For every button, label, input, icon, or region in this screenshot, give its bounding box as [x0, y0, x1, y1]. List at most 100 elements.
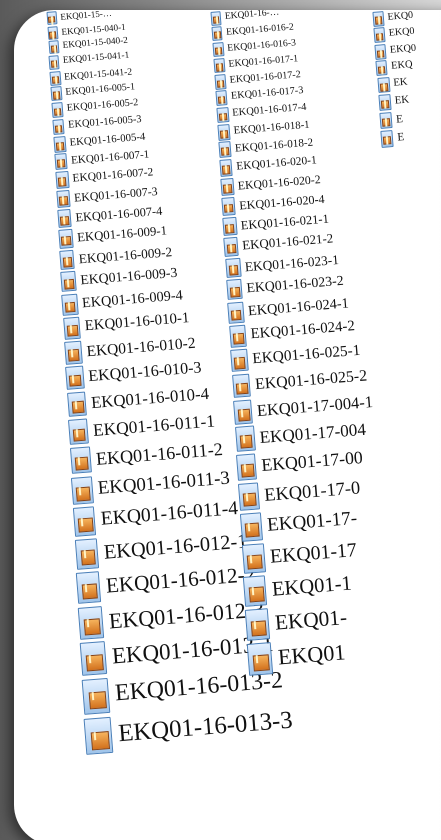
file-item[interactable]: EKQ0 — [373, 25, 416, 43]
file-name: EKQ01-16-018-1 — [232, 119, 310, 138]
file-name: EKQ01-16-011-1 — [92, 410, 216, 441]
archive-file-icon — [244, 608, 273, 641]
archive-file-icon — [77, 605, 108, 640]
file-name: EKQ01-15-040-1 — [60, 21, 126, 37]
file-name: EKQ01-16-012-1 — [102, 530, 248, 564]
file-name: EKQ01-16-017-1 — [227, 53, 299, 70]
file-name: EKQ01-16-025-2 — [253, 366, 368, 393]
file-name: EKQ01-16-007-4 — [74, 203, 163, 225]
file-name: EKQ01-16-018-2 — [234, 136, 314, 155]
file-name: EKQ01-16-011-3 — [97, 467, 231, 499]
archive-file-icon — [229, 348, 250, 373]
file-name: EKQ01-16-017-2 — [229, 69, 301, 86]
file-item[interactable]: EKQ01-17- — [239, 504, 358, 542]
archive-file-icon — [79, 641, 111, 677]
archive-file-icon — [375, 60, 389, 77]
file-name: EKQ0 — [389, 42, 417, 56]
archive-file-icon — [61, 293, 81, 316]
file-name: EKQ01-16-013-3 — [117, 706, 294, 747]
archive-file-icon — [240, 542, 267, 574]
archive-file-icon — [223, 236, 241, 257]
file-name: EKQ01-16-017-3 — [230, 85, 304, 103]
archive-file-icon — [69, 446, 94, 475]
file-name: EK — [394, 94, 410, 108]
archive-file-icon — [51, 118, 65, 135]
file-name: EKQ01-16-007-2 — [71, 166, 154, 185]
archive-file-icon — [70, 476, 96, 506]
file-name: EKQ01-16-024-1 — [247, 295, 350, 320]
file-name: EKQ01-16-021-2 — [242, 230, 335, 253]
file-name: EKQ01-17-0 — [263, 477, 361, 505]
file-item[interactable]: EKQ01-1 — [242, 568, 353, 607]
archive-file-icon — [237, 482, 262, 511]
archive-file-icon — [371, 11, 385, 27]
archive-file-icon — [377, 94, 392, 112]
archive-file-icon — [48, 55, 61, 71]
archive-file-icon — [216, 123, 231, 141]
archive-file-icon — [231, 373, 253, 398]
file-item[interactable]: EKQ01 — [246, 637, 347, 677]
archive-file-icon — [234, 425, 258, 453]
file-name: EKQ01-16-005-3 — [67, 114, 142, 131]
file-name: EKQ01-16-010-1 — [83, 310, 190, 335]
file-name: EKQ01-16-021-1 — [240, 211, 330, 232]
archive-file-icon — [213, 73, 227, 90]
file-name: EKQ01-15-041-2 — [64, 66, 133, 83]
archive-file-icon — [63, 340, 84, 365]
file-name: EKQ01-16-023-2 — [245, 273, 344, 296]
file-item[interactable]: EK — [376, 76, 408, 94]
file-name: EKQ01-16-020-4 — [238, 191, 326, 213]
file-name: EKQ01-16-010-2 — [85, 334, 196, 360]
file-item[interactable]: EK — [377, 93, 410, 112]
archive-file-icon — [45, 11, 58, 25]
file-item[interactable]: EKQ — [375, 58, 414, 77]
file-item[interactable]: EKQ01- — [244, 602, 348, 641]
file-name: EKQ01-16-… — [224, 10, 280, 22]
archive-file-icon — [47, 40, 60, 55]
file-name: EKQ01-16-016-3 — [226, 37, 297, 54]
archive-file-icon — [226, 301, 246, 324]
archive-file-icon — [246, 642, 277, 677]
archive-file-icon — [235, 453, 260, 481]
file-name: EKQ01-16-011-4 — [99, 498, 239, 531]
file-name: EKQ01-16-011-2 — [94, 439, 224, 470]
file-name: EKQ01-16-005-4 — [68, 130, 146, 149]
screenshot-frame: EKQ01-15-… EKQ01-15-040-1 EKQ01-15-040-2 EK… — [0, 0, 441, 840]
file-item[interactable]: E — [380, 129, 406, 148]
file-item[interactable]: EKQ01-17 — [240, 536, 357, 574]
file-name: EKQ01-17-004 — [258, 419, 367, 448]
file-name: EKQ01-16-012-2 — [105, 561, 257, 598]
archive-file-icon — [81, 678, 114, 716]
archive-file-icon — [57, 228, 75, 249]
file-name: EKQ01-16-020-2 — [237, 172, 321, 193]
file-name: EKQ01-16-012-3 — [108, 595, 266, 634]
file-name: EKQ0 — [388, 26, 416, 40]
file-name: EKQ01-15-041-1 — [62, 51, 131, 67]
file-name: EKQ01-16-007-3 — [73, 183, 158, 205]
archive-file-icon — [239, 511, 265, 542]
file-item[interactable]: EKQ0 — [374, 41, 417, 60]
file-name: EKQ01-1 — [271, 571, 353, 601]
file-name: EKQ0 — [387, 10, 414, 24]
archive-file-icon — [215, 106, 230, 124]
archive-file-icon — [52, 135, 67, 153]
file-item[interactable]: EKQ0 — [371, 10, 414, 27]
archive-file-icon — [373, 27, 387, 43]
file-name: EKQ01-16-023-1 — [243, 251, 339, 275]
file-name: EKQ01-16-017-4 — [231, 102, 307, 119]
file-name: EKQ01-16-009-3 — [79, 265, 178, 288]
file-name: EKQ01 — [277, 639, 347, 671]
archive-file-icon — [46, 25, 59, 40]
archive-file-icon — [66, 391, 89, 418]
archive-file-icon — [56, 209, 73, 228]
file-name: E — [397, 130, 406, 144]
file-list-view: EKQ01-15-… EKQ01-15-040-1 EKQ01-15-040-2 EK… — [14, 10, 441, 840]
archive-file-icon — [54, 171, 70, 189]
file-item[interactable]: E — [378, 111, 404, 130]
file-name: EKQ01-16-009-2 — [78, 243, 173, 267]
archive-file-icon — [211, 42, 224, 58]
file-name: EKQ01-16-007-1 — [70, 148, 150, 167]
archive-file-icon — [220, 196, 237, 216]
file-name: E — [395, 112, 404, 126]
archive-file-icon — [212, 57, 226, 74]
